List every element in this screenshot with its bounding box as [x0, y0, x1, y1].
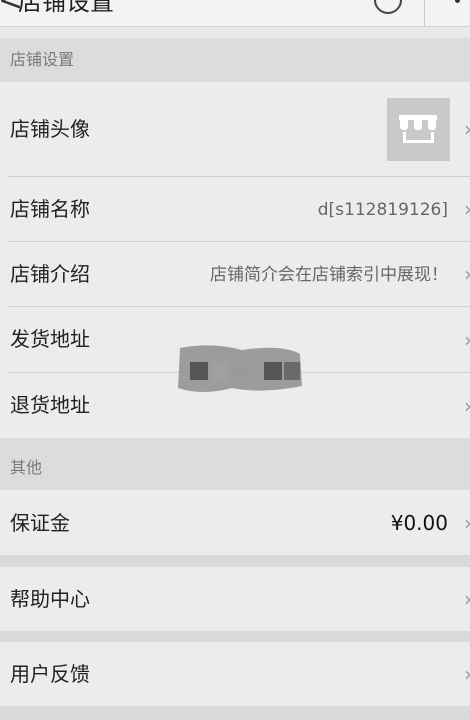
shop-storefront-icon [399, 115, 437, 143]
shop-avatar-image[interactable] [387, 98, 450, 161]
deposit-amount: ¥0.00 [390, 511, 448, 535]
shop-intro-row[interactable]: 店铺介绍 店铺简介会在店铺索引中展现！ › [0, 242, 470, 306]
toolbar-divider [424, 0, 425, 26]
chevron-right-icon: › [464, 197, 470, 221]
row-label: 店铺名称 [10, 197, 90, 221]
chevron-right-icon: › [464, 662, 470, 686]
deposit-row[interactable]: 保证金 ¥0.00 › [0, 490, 470, 555]
row-label: 退货地址 [10, 393, 90, 417]
feedback-row[interactable]: 用户反馈 › [0, 642, 470, 706]
more-vertical-icon[interactable] [455, 0, 460, 3]
chevron-right-icon: › [464, 394, 470, 418]
top-bar: < 店铺设置 [0, 0, 470, 27]
help-center-row[interactable]: 帮助中心 › [0, 567, 470, 631]
section-gap [0, 555, 470, 567]
row-label: 店铺头像 [10, 117, 90, 141]
shop-intro-value: 店铺简介会在店铺索引中展现！ [210, 265, 448, 285]
row-label: 保证金 [10, 511, 70, 535]
chevron-right-icon: › [464, 511, 470, 535]
row-label: 店铺介绍 [10, 262, 90, 286]
help-circle-icon[interactable] [374, 0, 402, 14]
row-label: 发货地址 [10, 327, 90, 351]
page-title: 店铺设置 [18, 0, 114, 16]
row-label: 用户反馈 [10, 662, 90, 686]
shop-name-row[interactable]: 店铺名称 d[s112819126] › [0, 177, 470, 241]
chevron-right-icon: › [464, 262, 470, 286]
section-header-shop-settings: 店铺设置 [0, 38, 470, 82]
shop-name-value: d[s112819126] [317, 200, 448, 220]
redacted-blur-overlay [178, 345, 302, 392]
section-header-other: 其他 [0, 438, 470, 490]
section-gap [0, 631, 470, 642]
section-gap [0, 706, 470, 720]
chevron-right-icon: › [464, 328, 470, 352]
chevron-right-icon: › [464, 117, 470, 141]
chevron-right-icon: › [464, 587, 470, 611]
shop-avatar-row[interactable]: 店铺头像 › [0, 82, 470, 177]
row-label: 帮助中心 [10, 587, 90, 611]
